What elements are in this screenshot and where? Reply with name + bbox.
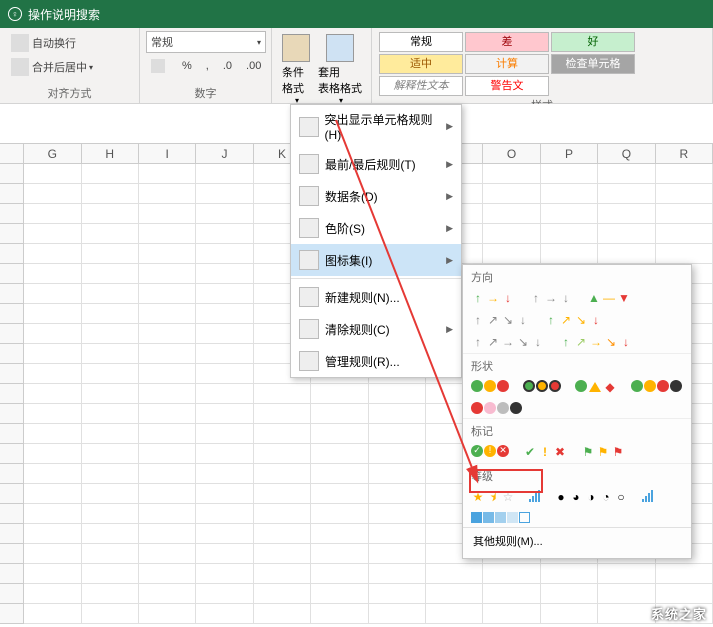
cell-style-warn[interactable]: 警告文 xyxy=(465,76,549,96)
merge-center-button[interactable]: 合并后居中▾ xyxy=(6,55,133,79)
cell-style-good[interactable]: 好 xyxy=(551,32,635,52)
cell-style-check[interactable]: 检查单元格 xyxy=(551,54,635,74)
category-marks: 标记 xyxy=(463,418,691,441)
menu-icon-sets[interactable]: 图标集(I)▶ xyxy=(291,244,461,276)
iconset-3symbols[interactable]: ✔!✖ xyxy=(521,443,569,461)
col-header[interactable]: J xyxy=(196,144,253,163)
number-group-label: 数字 xyxy=(146,85,265,101)
watermark: 系统之家 xyxy=(651,604,707,623)
iconset-3flags[interactable]: ⚑⚑⚑ xyxy=(579,443,627,461)
iconset-4arrows-gray[interactable]: ↑↗↘↓ xyxy=(469,311,532,329)
cell-style-calc[interactable]: 计算 xyxy=(465,54,549,74)
percent-button[interactable]: % xyxy=(177,56,197,76)
wrap-text-button[interactable]: 自动换行 xyxy=(6,31,133,55)
iconset-3signs[interactable]: ◆ xyxy=(573,378,619,396)
iconset-4arrows-colored[interactable]: ↑↗↘↓ xyxy=(542,311,605,329)
col-header[interactable]: G xyxy=(24,144,81,163)
cell-style-bad[interactable]: 差 xyxy=(465,32,549,52)
menu-new-rule[interactable]: 新建规则(N)... xyxy=(291,281,461,313)
iconset-3arrows-gray[interactable]: ↑→↓ xyxy=(527,289,575,307)
category-shapes: 形状 xyxy=(463,353,691,376)
currency-button[interactable] xyxy=(146,56,173,76)
iconset-redtoblack[interactable] xyxy=(469,400,524,416)
col-header[interactable]: P xyxy=(541,144,598,163)
menu-top-bottom[interactable]: 最前/最后规则(T)▶ xyxy=(291,148,461,180)
col-header[interactable]: I xyxy=(139,144,196,163)
iconset-3trafficlights-rimmed[interactable] xyxy=(521,378,563,396)
iconset-3stars[interactable]: ★⯨☆ xyxy=(469,488,517,506)
ribbon: 自动换行 合并后居中▾ 对齐方式 常规▾ % , .0 .00 数字 条件格式▾… xyxy=(0,28,713,104)
increase-decimal-button[interactable]: .0 xyxy=(218,56,237,76)
category-direction: 方向 xyxy=(463,265,691,287)
cell-style-explain[interactable]: 解释性文本 xyxy=(379,76,463,96)
iconset-3triangles[interactable]: ▲—▼ xyxy=(585,289,633,307)
iconset-5ratings[interactable] xyxy=(640,488,655,506)
conditional-format-button[interactable]: 条件格式▾ xyxy=(278,32,314,107)
icon-sets-more-rules[interactable]: 其他规则(M)... xyxy=(463,527,691,554)
menu-color-scales[interactable]: 色阶(S)▶ xyxy=(291,212,461,244)
col-header[interactable]: O xyxy=(483,144,540,163)
col-header[interactable] xyxy=(0,144,24,163)
col-header[interactable]: R xyxy=(656,144,713,163)
format-as-table-button[interactable]: 套用 表格格式▾ xyxy=(314,32,366,107)
menu-clear-rules[interactable]: 清除规则(C)▶ xyxy=(291,313,461,345)
menu-data-bars[interactable]: 数据条(D)▶ xyxy=(291,180,461,212)
iconset-4ratings[interactable] xyxy=(527,488,542,506)
iconset-5quarters[interactable]: ●◕◑◔○ xyxy=(552,488,630,506)
menu-manage-rules[interactable]: 管理规则(R)... xyxy=(291,345,461,377)
menu-highlight-cells[interactable]: 突出显示单元格规则(H)▶ xyxy=(291,105,461,148)
tell-me-search[interactable]: 操作说明搜索 xyxy=(28,6,100,23)
iconset-5boxes[interactable] xyxy=(469,510,532,525)
decrease-decimal-button[interactable]: .00 xyxy=(241,56,266,76)
lightbulb-icon: ♀ xyxy=(8,7,22,21)
iconset-3trafficlights[interactable] xyxy=(469,378,511,396)
category-ratings: 等级 xyxy=(463,463,691,486)
iconset-5arrows-gray[interactable]: ↑↗→↘↓ xyxy=(469,333,547,351)
number-format-dropdown[interactable]: 常规▾ xyxy=(146,31,266,53)
cell-style-neutral[interactable]: 适中 xyxy=(379,54,463,74)
icon-sets-submenu: 方向 ↑→↓ ↑→↓ ▲—▼ ↑↗↘↓ ↑↗↘↓ ↑↗→↘↓ ↑↗→↘↓ 形状 … xyxy=(462,264,692,559)
iconset-3arrows-colored[interactable]: ↑→↓ xyxy=(469,289,517,307)
col-header[interactable]: H xyxy=(82,144,139,163)
iconset-4trafficlights[interactable] xyxy=(629,378,684,396)
conditional-format-menu: 突出显示单元格规则(H)▶ 最前/最后规则(T)▶ 数据条(D)▶ 色阶(S)▶… xyxy=(290,104,462,378)
col-header[interactable]: Q xyxy=(598,144,655,163)
table-format-icon xyxy=(326,34,354,62)
cell-style-normal[interactable]: 常规 xyxy=(379,32,463,52)
comma-button[interactable]: , xyxy=(201,56,214,76)
align-group-label: 对齐方式 xyxy=(6,85,133,101)
iconset-3symbols-circled[interactable]: ✓!✕ xyxy=(469,443,511,461)
iconset-5arrows-colored[interactable]: ↑↗→↘↓ xyxy=(557,333,635,351)
title-bar: ♀ 操作说明搜索 xyxy=(0,0,713,28)
conditional-format-icon xyxy=(282,34,310,62)
